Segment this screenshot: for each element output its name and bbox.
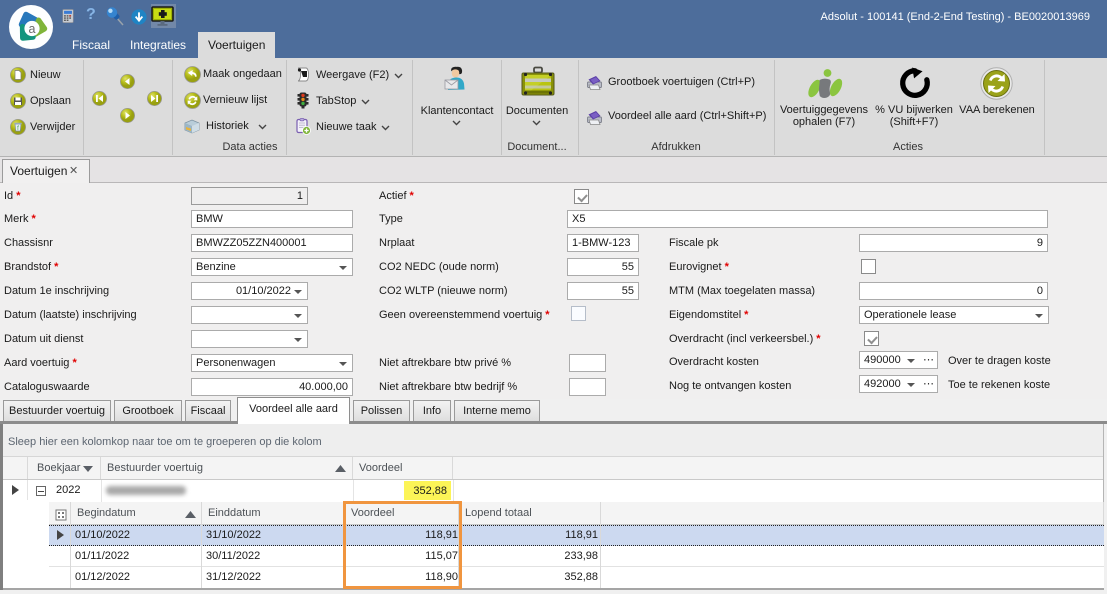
svg-text:a: a: [29, 22, 36, 36]
